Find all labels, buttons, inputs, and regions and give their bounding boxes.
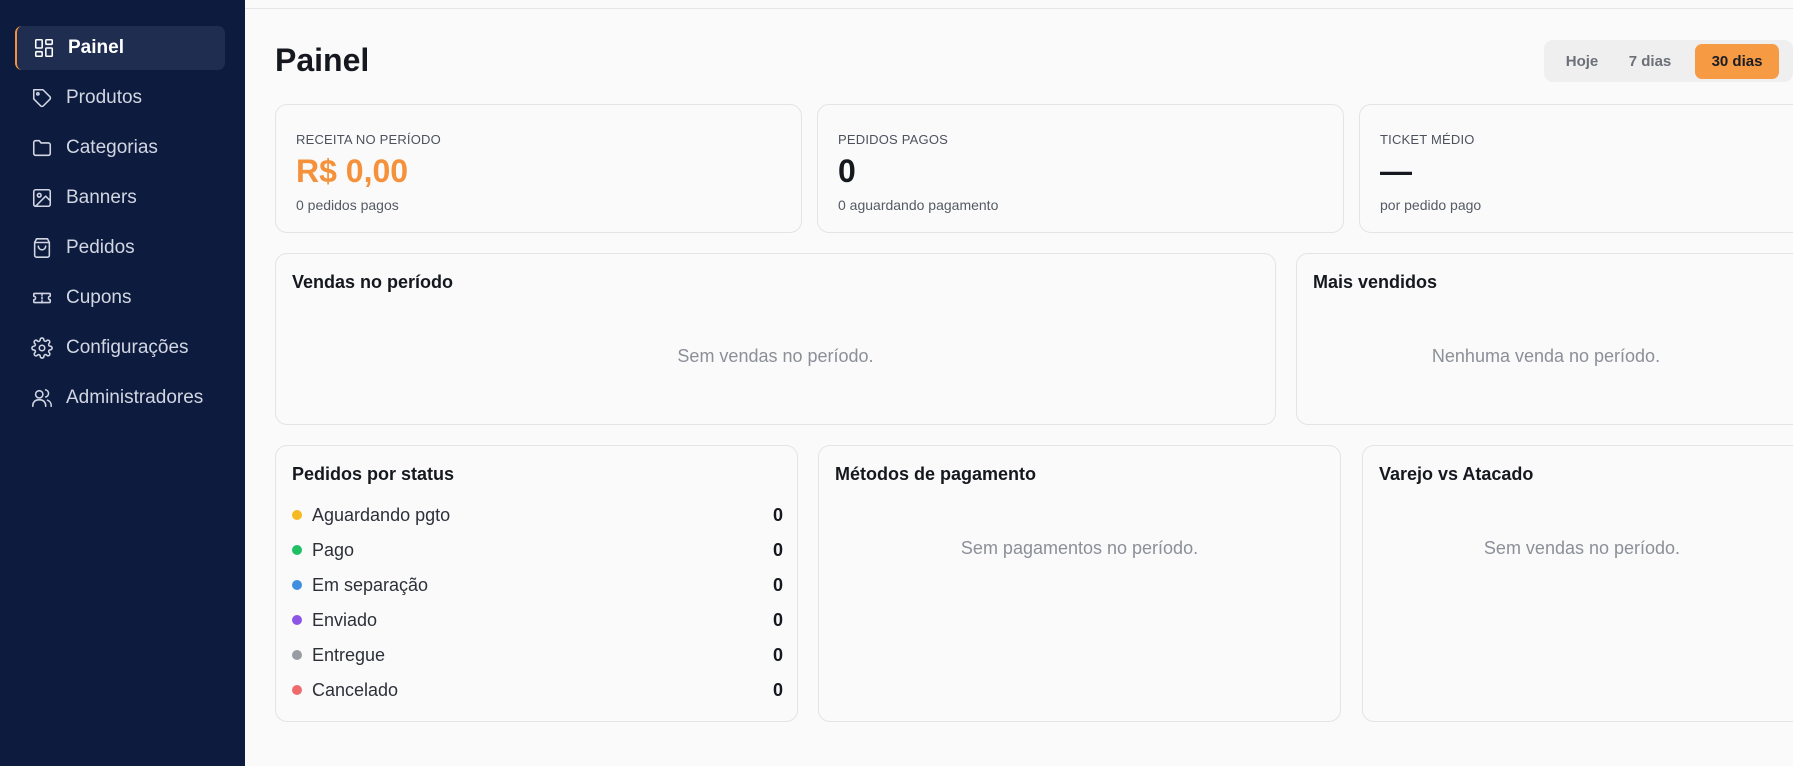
revenue-label: RECEITA NO PERÍODO — [296, 132, 441, 147]
sidebar-item-categorias[interactable]: Categorias — [15, 126, 225, 170]
sidebar-item-label: Pedidos — [66, 237, 135, 258]
sidebar-item-pedidos[interactable]: Pedidos — [15, 226, 225, 270]
best-sellers-empty: Nenhuma venda no período. — [1431, 346, 1661, 366]
status-label: Cancelado — [312, 679, 399, 700]
image-icon — [30, 186, 54, 210]
sidebar-item-label: Produtos — [66, 87, 143, 108]
page-title: Painel — [275, 42, 370, 78]
status-dot — [292, 545, 302, 555]
sidebar-item-configuracoes[interactable]: Configurações — [15, 326, 225, 370]
payment-methods-title: Métodos de pagamento — [835, 464, 1037, 484]
status-dot — [292, 650, 302, 660]
range-30-days-button[interactable]: 30 dias — [1695, 44, 1779, 79]
status-dot — [292, 685, 302, 695]
sales-period-empty: Sem vendas no período. — [677, 346, 874, 366]
sidebar-item-administradores[interactable]: Administradores — [15, 376, 225, 420]
sidebar-item-label: Categorias — [66, 137, 158, 158]
paid-orders-label: PEDIDOS PAGOS — [838, 132, 948, 147]
best-sellers-title: Mais vendidos — [1313, 272, 1438, 292]
orders-by-status-card: Pedidos por status Aguardando pgto 0 Pago 0… — [275, 445, 798, 722]
average-ticket-card: TICKET MÉDIO — por pedido pago — [1359, 104, 1793, 233]
status-dot — [292, 510, 302, 520]
status-row: Pago 0 — [292, 538, 783, 562]
status-label: Em separação — [312, 574, 429, 595]
status-row: Enviado 0 — [292, 608, 783, 632]
range-7-days-button[interactable]: 7 dias — [1618, 44, 1682, 79]
gear-icon — [30, 336, 54, 360]
revenue-value: R$ 0,00 — [296, 153, 409, 189]
payment-methods-card: Métodos de pagamento Sem pagamentos no p… — [818, 445, 1341, 722]
sales-period-title: Vendas no período — [292, 272, 454, 292]
status-row: Em separação 0 — [292, 573, 783, 597]
sidebar-item-label: Administradores — [66, 387, 204, 408]
status-dot — [292, 615, 302, 625]
best-sellers-card: Mais vendidos Nenhuma venda no período. — [1296, 253, 1793, 425]
folder-icon — [30, 136, 54, 160]
status-label: Pago — [312, 539, 355, 560]
dashboard-icon — [32, 36, 56, 60]
average-ticket-label: TICKET MÉDIO — [1380, 132, 1475, 147]
average-ticket-value: — — [1380, 153, 1412, 189]
status-row: Entregue 0 — [292, 643, 783, 667]
paid-orders-value: 0 — [838, 153, 856, 189]
sidebar-item-banners[interactable]: Banners — [15, 176, 225, 220]
status-row: Aguardando pgto 0 — [292, 503, 783, 527]
shopping-bag-icon — [30, 236, 54, 260]
sidebar-item-produtos[interactable]: Produtos — [15, 76, 225, 120]
users-icon — [30, 386, 54, 410]
status-label: Entregue — [312, 644, 386, 665]
date-range-selector: Hoje 7 dias 30 dias — [1544, 40, 1793, 82]
average-ticket-sub: por pedido pago — [1380, 197, 1482, 213]
sidebar-item-label: Cupons — [66, 287, 132, 308]
sidebar-item-label: Painel — [68, 37, 124, 58]
paid-orders-card: PEDIDOS PAGOS 0 0 aguardando pagamento — [817, 104, 1344, 233]
retail-vs-wholesale-title: Varejo vs Atacado — [1379, 464, 1534, 484]
revenue-card: RECEITA NO PERÍODO R$ 0,00 0 pedidos pag… — [275, 104, 802, 233]
status-count: 0 — [772, 679, 783, 700]
retail-vs-wholesale-card: Varejo vs Atacado Sem vendas no período. — [1362, 445, 1793, 722]
paid-orders-sub: 0 aguardando pagamento — [838, 197, 999, 213]
ticket-icon — [30, 286, 54, 310]
sales-period-card: Vendas no período Sem vendas no período. — [275, 253, 1276, 425]
retail-vs-wholesale-empty: Sem vendas no período. — [1483, 538, 1681, 558]
revenue-sub: 0 pedidos pagos — [296, 197, 399, 213]
status-row: Cancelado 0 — [292, 678, 783, 702]
status-label: Enviado — [312, 609, 378, 630]
orders-by-status-title: Pedidos por status — [292, 464, 455, 484]
sidebar-item-cupons[interactable]: Cupons — [15, 276, 225, 320]
sidebar: Painel Produtos Categorias Banners Pedid… — [0, 0, 245, 766]
payment-methods-empty: Sem pagamentos no período. — [960, 538, 1199, 558]
sidebar-item-painel[interactable]: Painel — [15, 26, 225, 70]
status-count: 0 — [772, 504, 783, 525]
sidebar-item-label: Banners — [66, 187, 137, 208]
status-count: 0 — [772, 644, 783, 665]
status-label: Aguardando pgto — [312, 504, 451, 525]
status-count: 0 — [772, 539, 783, 560]
status-count: 0 — [772, 609, 783, 630]
status-count: 0 — [772, 574, 783, 595]
tag-icon — [30, 86, 54, 110]
status-dot — [292, 580, 302, 590]
range-today-button[interactable]: Hoje — [1550, 44, 1614, 79]
sidebar-item-label: Configurações — [66, 337, 189, 358]
top-divider — [245, 8, 1793, 9]
